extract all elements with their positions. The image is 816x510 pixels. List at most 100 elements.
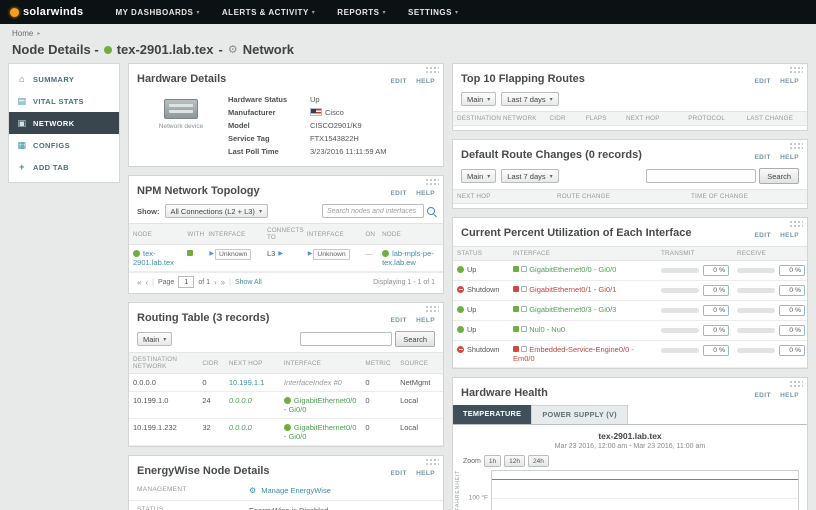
interface-link[interactable]: GigabitEthernet0/3 - Gi0/3 <box>529 305 616 314</box>
col-header[interactable]: NEXT HOP <box>225 353 280 374</box>
solarwinds-logo[interactable]: solarwinds <box>10 6 83 18</box>
status-up-icon <box>457 306 464 313</box>
interface-up-icon <box>284 397 291 404</box>
flapping-view-select[interactable]: Main ▾ <box>461 92 496 106</box>
drag-handle-icon[interactable] <box>789 142 803 149</box>
col-header[interactable]: NEXT HOP <box>622 112 684 126</box>
help-link[interactable]: HELP <box>416 78 435 85</box>
help-link[interactable]: HELP <box>780 154 799 161</box>
nav-reports[interactable]: REPORTS ▾ <box>337 8 386 17</box>
breadcrumb-home[interactable]: Home <box>12 29 33 38</box>
drag-handle-icon[interactable] <box>425 66 439 73</box>
interface-link[interactable]: GigabitEthernet0/1 - Gi0/1 <box>529 285 616 294</box>
edit-link[interactable]: EDIT <box>754 78 770 85</box>
nav-my-dashboards[interactable]: MY DASHBOARDS ▾ <box>115 8 199 17</box>
drag-handle-icon[interactable] <box>425 305 439 312</box>
col-header[interactable]: DESTINATION NETWORK <box>453 112 546 126</box>
col-header[interactable]: SOURCE <box>396 353 443 374</box>
edit-link[interactable]: EDIT <box>754 154 770 161</box>
tab-power-supply[interactable]: POWER SUPPLY (V) <box>531 405 628 424</box>
topology-search-input[interactable] <box>322 204 424 218</box>
help-link[interactable]: HELP <box>416 190 435 197</box>
help-link[interactable]: HELP <box>416 317 435 324</box>
drag-handle-icon[interactable] <box>789 380 803 387</box>
prev-page-button[interactable]: ‹ <box>145 278 148 287</box>
zoom-12h-button[interactable]: 12h <box>504 455 525 467</box>
col-header[interactable]: WITH <box>183 224 204 245</box>
right-node-link[interactable]: lab-mpls-pe-tex.lab.ew <box>382 249 434 267</box>
caret-down-icon: ▾ <box>312 9 316 16</box>
col-header[interactable]: ON <box>361 224 378 245</box>
help-link[interactable]: HELP <box>416 470 435 477</box>
drag-handle-icon[interactable] <box>425 178 439 185</box>
zoom-24h-button[interactable]: 24h <box>528 455 549 467</box>
search-icon[interactable] <box>427 207 435 215</box>
nav-settings[interactable]: SETTINGS ▾ <box>408 8 459 17</box>
edit-link[interactable]: EDIT <box>390 317 406 324</box>
interface-link[interactable]: GigabitEthernet0/0 - Gi0/0 <box>284 396 357 414</box>
edit-link[interactable]: EDIT <box>754 392 770 399</box>
route-changes-search-input[interactable] <box>646 169 756 183</box>
edit-link[interactable]: EDIT <box>390 470 406 477</box>
first-page-button[interactable]: « <box>137 278 141 287</box>
col-header[interactable]: DESTINATION NETWORK <box>129 353 198 374</box>
route-changes-view-select[interactable]: Main ▾ <box>461 169 496 183</box>
connections-filter-select[interactable]: All Connections (L2 + L3) ▾ <box>165 204 268 218</box>
drag-handle-icon[interactable] <box>425 458 439 465</box>
nav-alerts-activity[interactable]: ALERTS & ACTIVITY ▾ <box>222 8 315 17</box>
sidebar-item-network[interactable]: ▣ NETWORK <box>9 112 119 134</box>
col-header[interactable]: CIDR <box>546 112 582 126</box>
sidebar-item-summary[interactable]: ⌂ SUMMARY <box>9 68 119 90</box>
sidebar-item-add-tab[interactable]: + ADD TAB <box>9 156 119 178</box>
flapping-period-select[interactable]: Last 7 days ▾ <box>501 92 558 106</box>
transmit-bar <box>661 328 699 333</box>
col-header[interactable]: NODE <box>378 224 443 245</box>
interface-link[interactable]: GigabitEthernet0/0 - Gi0/0 <box>284 423 357 441</box>
sidebar-item-vital-stats[interactable]: ▤ VITAL STATS <box>9 90 119 112</box>
show-all-link[interactable]: Show All <box>235 279 262 286</box>
routing-search-button[interactable]: Search <box>395 331 435 347</box>
col-header[interactable]: CONNECTS TO <box>263 224 303 245</box>
col-header[interactable]: ROUTE CHANGE <box>553 190 687 204</box>
sidebar-item-configs[interactable]: ▦ CONFIGS <box>9 134 119 156</box>
col-header[interactable]: TIME OF CHANGE <box>687 190 807 204</box>
col-header[interactable]: INTERFACE <box>280 353 362 374</box>
drag-handle-icon[interactable] <box>789 220 803 227</box>
edit-link[interactable]: EDIT <box>390 78 406 85</box>
col-header[interactable]: NODE <box>129 224 183 245</box>
route-changes-period-select[interactable]: Last 7 days ▾ <box>501 169 558 183</box>
edit-link[interactable]: EDIT <box>390 190 406 197</box>
zoom-1h-button[interactable]: 1h <box>484 455 501 467</box>
next-hop-link[interactable]: 10.199.1.1 <box>229 378 264 387</box>
chart-plot-area[interactable] <box>491 470 799 510</box>
last-page-button[interactable]: » <box>221 278 225 287</box>
col-header[interactable]: INTERFACE <box>204 224 263 245</box>
col-header[interactable]: RECEIVE <box>733 247 807 261</box>
help-link[interactable]: HELP <box>780 232 799 239</box>
routing-search-input[interactable] <box>300 332 392 346</box>
col-header[interactable]: TRANSMIT <box>657 247 733 261</box>
col-header[interactable]: CIDR <box>198 353 225 374</box>
route-changes-search-button[interactable]: Search <box>759 168 799 184</box>
plus-icon: + <box>17 162 27 172</box>
interface-link[interactable]: Embedded-Service-Engine0/0 - Em0/0 <box>513 345 634 363</box>
col-header[interactable]: INTERFACE <box>509 247 657 261</box>
next-page-button[interactable]: › <box>214 278 217 287</box>
col-header[interactable]: LAST CHANGE <box>743 112 807 126</box>
page-number-input[interactable] <box>178 276 194 288</box>
interface-link[interactable]: GigabitEthernet0/0 - Gi0/0 <box>529 265 616 274</box>
col-header[interactable]: STATUS <box>453 247 509 261</box>
col-header[interactable]: INTERFACE <box>303 224 362 245</box>
routing-view-select[interactable]: Main ▾ <box>137 332 172 346</box>
help-link[interactable]: HELP <box>780 78 799 85</box>
edit-link[interactable]: EDIT <box>754 232 770 239</box>
manage-energywise-link[interactable]: Manage EnergyWise <box>261 486 331 495</box>
col-header[interactable]: METRIC <box>361 353 396 374</box>
help-link[interactable]: HELP <box>780 392 799 399</box>
interface-link[interactable]: Nul0 - Nu0 <box>529 325 565 334</box>
col-header[interactable]: NEXT HOP <box>453 190 553 204</box>
col-header[interactable]: PROTOCOL <box>684 112 742 126</box>
drag-handle-icon[interactable] <box>789 66 803 73</box>
tab-temperature[interactable]: TEMPERATURE <box>453 405 531 424</box>
col-header[interactable]: FLAPS <box>582 112 622 126</box>
